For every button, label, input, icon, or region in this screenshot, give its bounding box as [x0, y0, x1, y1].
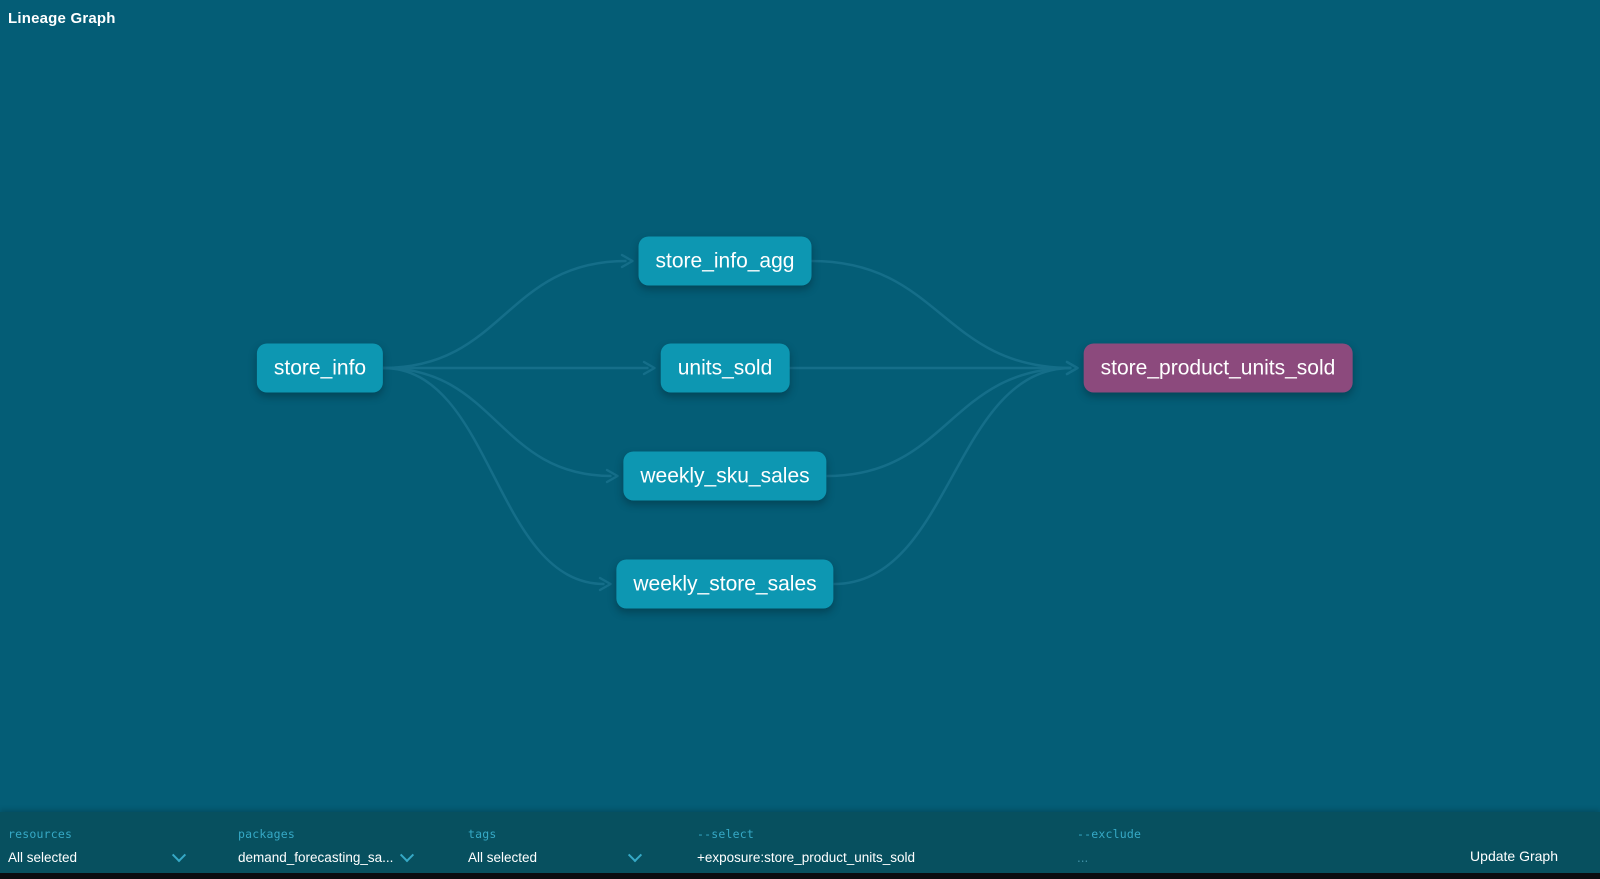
filter-selected-value: All selected [468, 850, 537, 865]
edge-weekly_store_sales-to-store_product_units_sold [834, 368, 1072, 584]
filter-label: --exclude [1077, 827, 1297, 841]
filter-selected-value: +exposure:store_product_units_sold [697, 850, 915, 865]
filter-label: resources [8, 827, 184, 841]
filter-label: tags [468, 827, 640, 841]
lineage-edges [0, 0, 1600, 812]
filter-tags-column: tags All selected [468, 812, 640, 873]
chevron-down-icon [400, 848, 414, 862]
page-title: Lineage Graph [8, 10, 116, 27]
filter-label: packages [238, 827, 412, 841]
filter-resources-column: resources All selected [8, 812, 184, 873]
filter-value[interactable]: +exposure:store_product_units_sold [697, 850, 1077, 865]
node-units_sold[interactable]: units_sold [661, 344, 790, 393]
edge-weekly_sku_sales-to-store_product_units_sold [827, 368, 1072, 476]
filter-selected-value: demand_forecasting_sa... [238, 850, 393, 865]
filter-dropdown[interactable]: All selected [468, 850, 640, 865]
node-store_info[interactable]: store_info [257, 344, 383, 393]
chevron-down-icon [628, 848, 642, 862]
node-store_product_units_sold[interactable]: store_product_units_sold [1084, 344, 1353, 393]
filter-toolbar: resources All selected packages demand_fore… [0, 812, 1600, 873]
filter-select-column: --select +exposure:store_product_units_so… [697, 812, 1077, 873]
chevron-down-icon [172, 848, 186, 862]
edge-store_info-to-weekly_sku_sales [383, 368, 612, 476]
filter-label: --select [697, 827, 1077, 841]
edge-store_info-to-store_info_agg [383, 261, 627, 368]
filter-selected-value: All selected [8, 850, 77, 865]
filter-packages-column: packages demand_forecasting_sa... [238, 812, 412, 873]
filter-dropdown[interactable]: All selected [8, 850, 184, 865]
node-store_info_agg[interactable]: store_info_agg [639, 237, 812, 286]
lineage-canvas[interactable]: store_info store_info_agg units_soldweekly… [0, 0, 1600, 812]
filter-value[interactable]: ... [1077, 850, 1297, 865]
node-weekly_store_sales[interactable]: weekly_store_sales [616, 560, 833, 609]
node-weekly_sku_sales[interactable]: weekly_sku_sales [623, 452, 826, 501]
bottom-strip [0, 873, 1600, 879]
edge-store_info-to-weekly_store_sales [383, 368, 605, 584]
edge-store_info_agg-to-store_product_units_sold [812, 261, 1072, 368]
filter-dropdown[interactable]: demand_forecasting_sa... [238, 850, 412, 865]
filter-exclude-column: --exclude... [1077, 812, 1297, 873]
filter-selected-value: ... [1077, 850, 1088, 865]
update-graph-button[interactable]: Update Graph [1470, 848, 1558, 864]
